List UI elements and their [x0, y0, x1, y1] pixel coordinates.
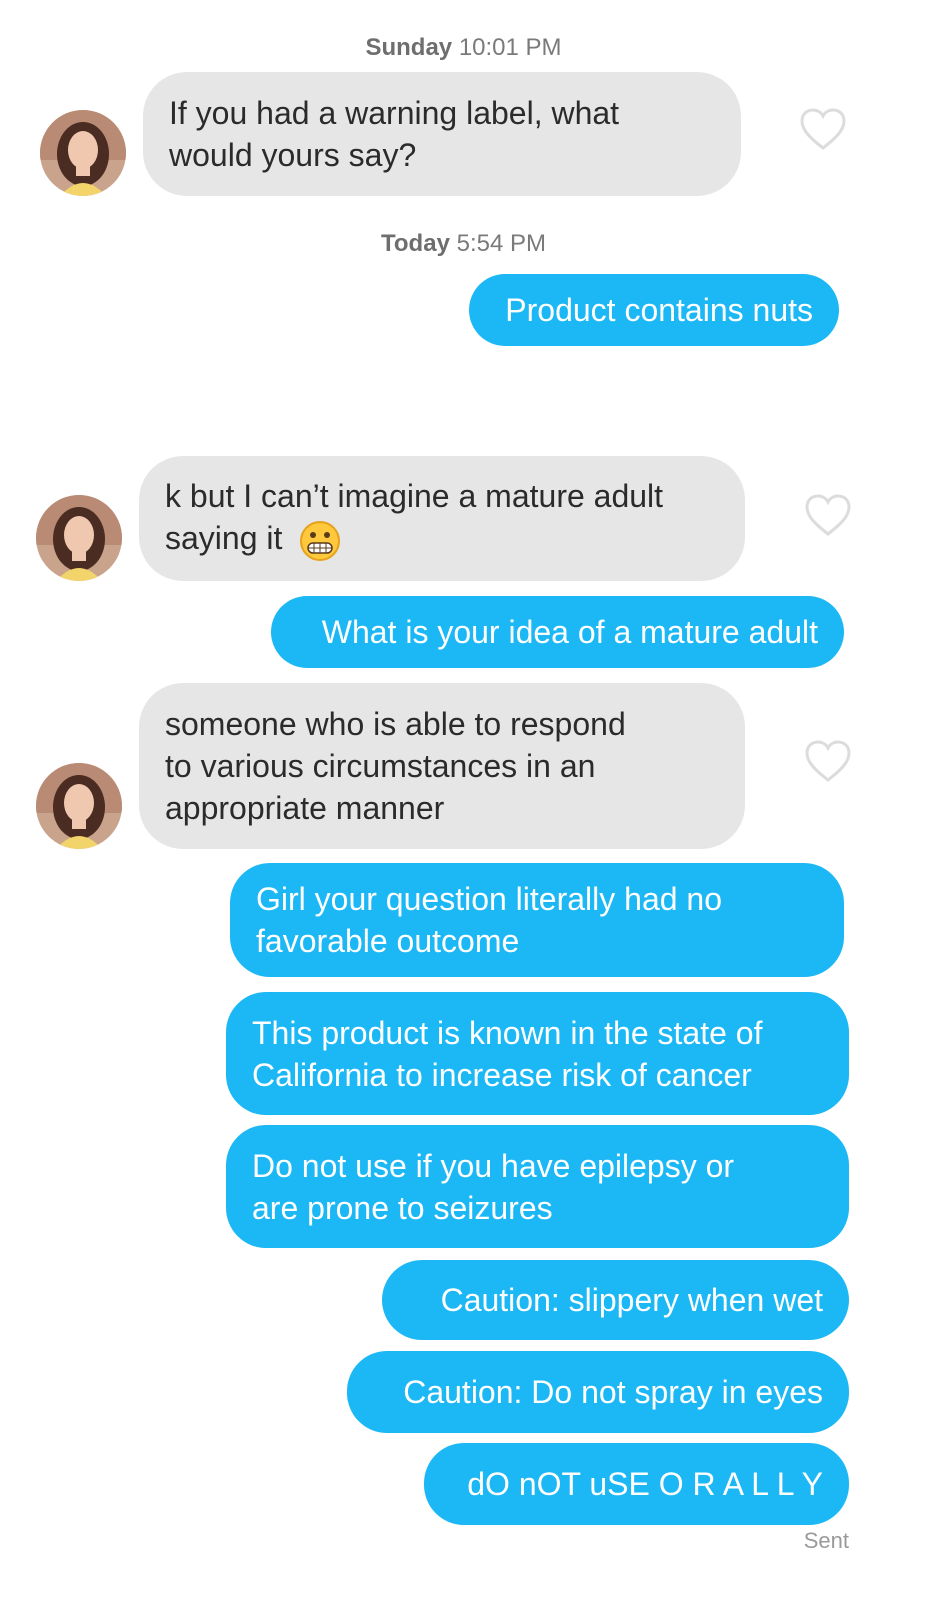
incoming-message-bubble[interactable]: someone who is able to respond to variou… [139, 683, 745, 849]
heart-icon[interactable] [805, 494, 851, 536]
message-text: If you had a warning label, what [169, 95, 620, 131]
timestamp-day: Sunday [365, 34, 453, 61]
outgoing-message-bubble[interactable]: Girl your question literally had no favo… [230, 863, 844, 977]
avatar[interactable] [40, 110, 126, 196]
message-text: appropriate manner [165, 790, 445, 826]
avatar[interactable] [36, 495, 122, 581]
message-text: What is your idea of a mature adult [321, 614, 818, 650]
sent-status: Sent [803, 1528, 849, 1553]
avatar-photo [36, 495, 122, 581]
outgoing-message-bubble[interactable]: Product contains nuts [469, 274, 839, 346]
outgoing-message-bubble[interactable]: Caution: slippery when wet [382, 1260, 849, 1340]
message-text: Caution: Do not spray in eyes [403, 1374, 823, 1410]
message-text: would yours say? [169, 137, 417, 173]
incoming-message-bubble[interactable]: If you had a warning label, what would y… [143, 72, 741, 196]
timestamp-day: Today [381, 230, 450, 257]
outgoing-message-bubble[interactable]: Do not use if you have epilepsy or are p… [226, 1125, 849, 1248]
timestamp-time: 5:54 PM [456, 230, 546, 257]
outgoing-message-bubble[interactable]: What is your idea of a mature adult [271, 596, 844, 668]
message-text: Girl your question literally had no [256, 881, 723, 917]
timestamp-sunday: Sunday 10:01 PM [0, 34, 927, 62]
message-text: California to increase risk of cancer [252, 1056, 752, 1093]
message-text: someone who is able to respond [165, 706, 626, 742]
avatar[interactable] [36, 763, 122, 849]
message-text: Product contains nuts [505, 292, 813, 328]
outgoing-message-bubble[interactable]: This product is known in the state of Ca… [226, 992, 849, 1115]
heart-icon[interactable] [800, 108, 846, 150]
avatar-photo [40, 110, 126, 196]
outgoing-message-bubble[interactable]: dO nOT uSE O R A L L Y [424, 1443, 849, 1525]
message-text: saying it [165, 520, 283, 557]
message-text: to various circumstances in an [165, 748, 596, 784]
message-text: k but I can’t imagine a mature adult [165, 478, 664, 515]
heart-icon[interactable] [805, 740, 851, 782]
grimacing-emoji-icon [300, 520, 341, 561]
outgoing-message-bubble[interactable]: Caution: Do not spray in eyes [347, 1351, 849, 1433]
message-text: dO nOT uSE O R A L L Y [467, 1466, 823, 1502]
message-text: Caution: slippery when wet [440, 1282, 823, 1318]
avatar-photo [36, 763, 122, 849]
message-text: favorable outcome [256, 923, 520, 959]
message-text: are prone to seizures [252, 1189, 553, 1226]
message-text: Do not use if you have epilepsy or [252, 1147, 735, 1184]
incoming-message-bubble[interactable]: k but I can’t imagine a mature adult say… [139, 456, 745, 581]
timestamp-time: 10:01 PM [458, 34, 562, 61]
timestamp-today: Today 5:54 PM [0, 230, 927, 258]
message-text: This product is known in the state of [252, 1014, 763, 1051]
